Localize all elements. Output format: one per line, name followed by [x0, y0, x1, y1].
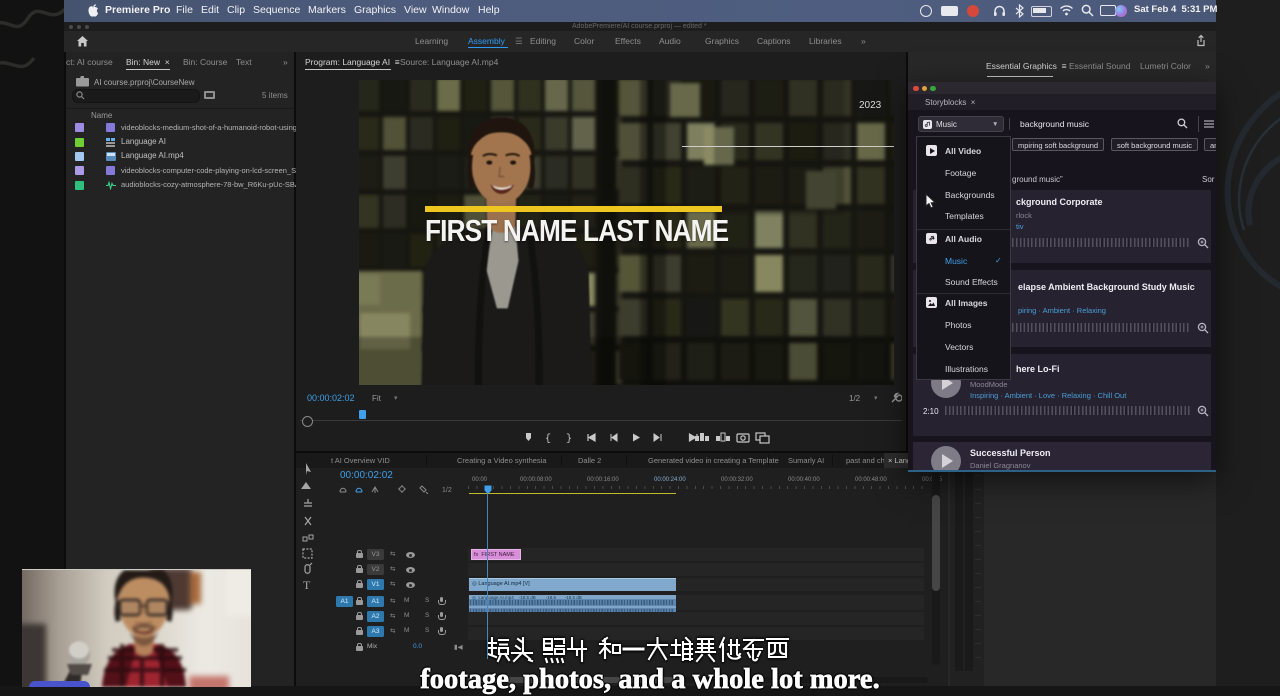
- svg-text:1/2: 1/2: [442, 487, 452, 494]
- svg-text:T: T: [303, 578, 311, 591]
- svg-text:}: }: [566, 433, 572, 444]
- svg-text:{: {: [545, 433, 551, 444]
